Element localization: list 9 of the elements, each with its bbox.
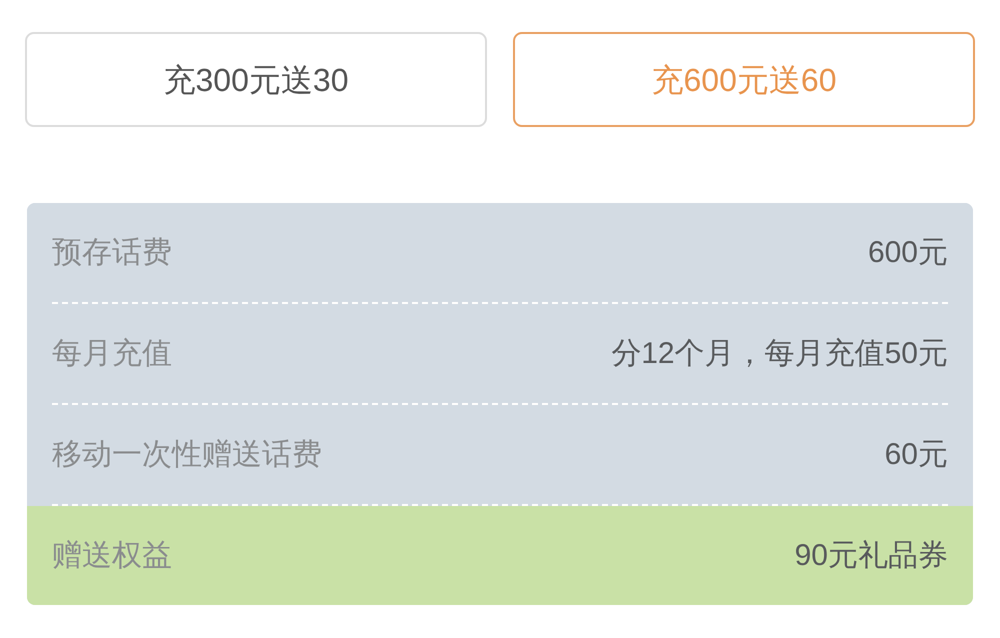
detail-value: 分12个月，每月充值50元 — [611, 336, 948, 372]
recharge-option[interactable]: 充300元送30 — [25, 32, 487, 127]
detail-label: 每月充值 — [52, 336, 172, 372]
detail-value: 600元 — [868, 235, 948, 271]
detail-value: 60元 — [884, 437, 948, 473]
detail-label: 预存话费 — [52, 235, 172, 271]
detail-label: 移动一次性赠送话费 — [52, 437, 322, 473]
detail-label: 赠送权益 — [52, 538, 172, 574]
detail-value: 90元礼品券 — [794, 538, 948, 574]
